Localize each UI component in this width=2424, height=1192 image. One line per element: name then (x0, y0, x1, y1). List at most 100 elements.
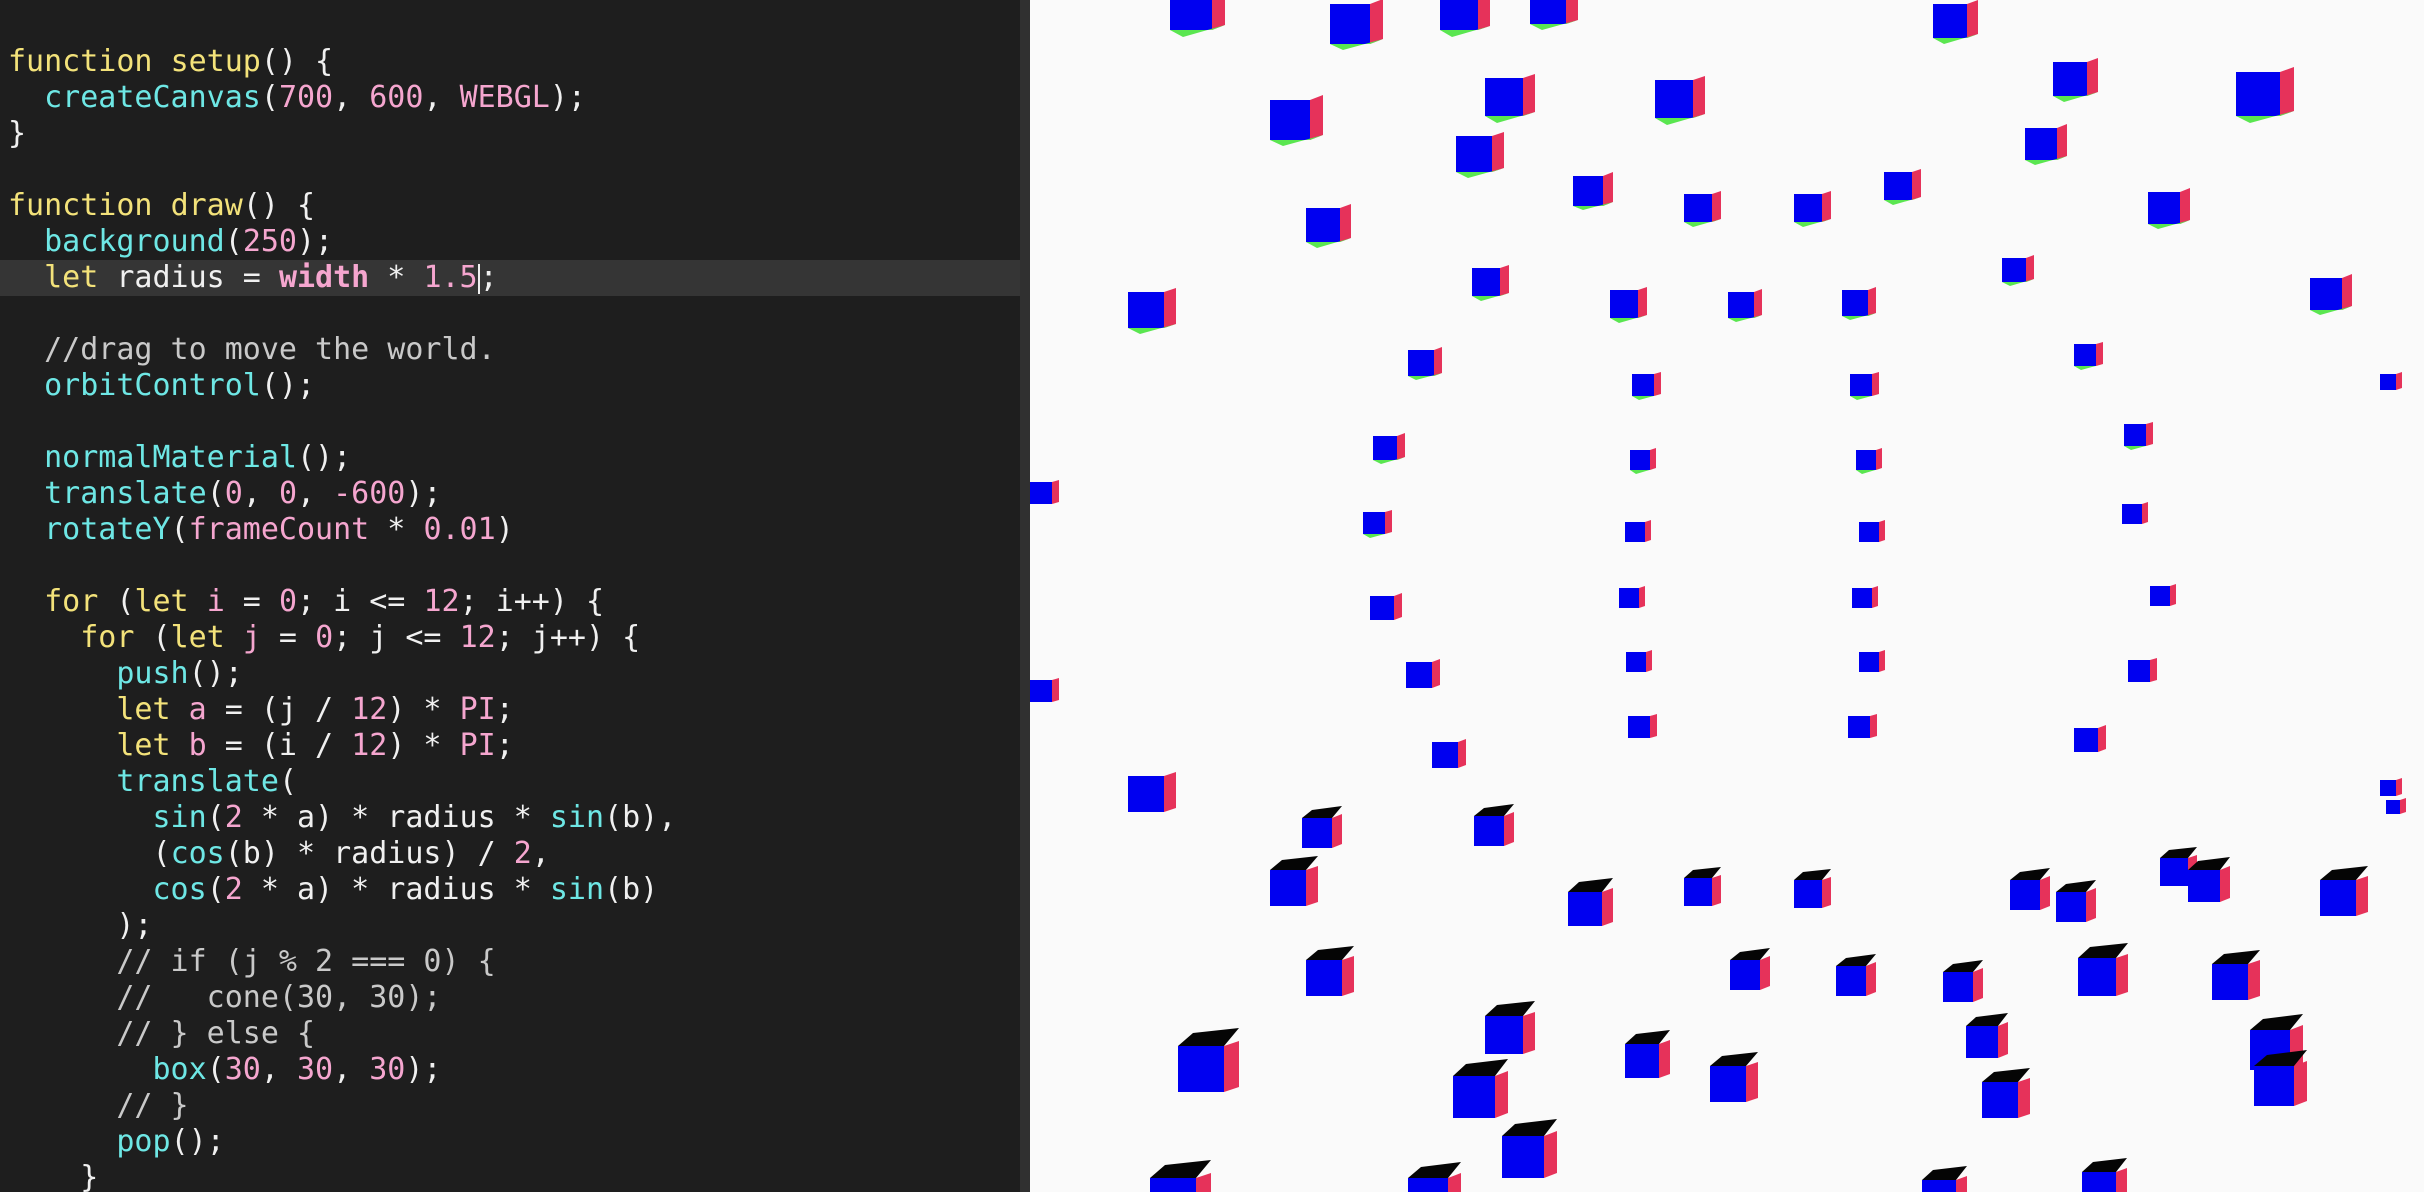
cube-front-face (1150, 1178, 1196, 1192)
code-lines-container[interactable]: function setup() { createCanvas(700, 600… (0, 44, 1020, 1192)
code-token: let (134, 584, 189, 619)
code-line[interactable]: box(30, 30, 30); (8, 1052, 1020, 1088)
code-line[interactable]: function draw() { (8, 188, 1020, 224)
code-token: function (8, 188, 153, 223)
code-line[interactable]: (cos(b) * radius) / 2, (8, 836, 1020, 872)
code-line[interactable]: let a = (j / 12) * PI; (8, 692, 1020, 728)
cube-top-face (1836, 954, 1876, 966)
code-line[interactable]: // cone(30, 30); (8, 980, 1020, 1016)
cube-front-face (2386, 800, 2400, 814)
cube-front-face (1408, 1178, 1448, 1192)
code-line[interactable]: // } (8, 1088, 1020, 1124)
cube-side-face (1879, 650, 1885, 672)
code-line[interactable]: let b = (i / 12) * PI; (8, 728, 1020, 764)
code-line[interactable]: orbitControl(); (8, 368, 1020, 404)
cube-front-face (2025, 128, 2057, 160)
cube-front-face (1943, 972, 1973, 1002)
cube-box (2002, 255, 2034, 286)
cube-box (2386, 798, 2406, 814)
cube-side-face (1650, 448, 1656, 470)
code-line[interactable]: } (8, 116, 1020, 152)
code-token: ); (8, 908, 153, 943)
cube-side-face (1998, 1022, 2008, 1058)
p5-editor-app: function setup() { createCanvas(700, 600… (0, 0, 2424, 1192)
code-line[interactable]: // if (j % 2 === 0) { (8, 944, 1020, 980)
code-line[interactable] (8, 152, 1020, 188)
cube-side-face (1164, 288, 1176, 328)
cube-front-face (2320, 880, 2356, 916)
code-token: 12 (459, 620, 496, 655)
cube-side-face (1394, 593, 1402, 620)
code-line[interactable]: function setup() { (8, 44, 1020, 80)
cube-front-face (1453, 1076, 1495, 1118)
cube-front-face (1270, 100, 1310, 140)
code-line[interactable]: for (let j = 0; j <= 12; j++) { (8, 620, 1020, 656)
code-line[interactable]: push(); (8, 656, 1020, 692)
cube-top-face (1502, 1119, 1557, 1136)
cube-side-face (1434, 347, 1442, 376)
code-line[interactable]: pop(); (8, 1124, 1020, 1160)
cube-box (1610, 287, 1647, 323)
code-line[interactable]: createCanvas(700, 600, WEBGL); (8, 80, 1020, 116)
cube-box (1456, 132, 1504, 178)
code-token: = (j / (206, 692, 352, 727)
cube-side-face (1822, 877, 1831, 908)
cube-side-face (1872, 372, 1879, 396)
sketch-preview-canvas[interactable] (1030, 0, 2424, 1192)
cube-front-face (1502, 1136, 1544, 1178)
code-line[interactable]: rotateY(frameCount * 0.01) (8, 512, 1020, 548)
cube-front-face (2236, 72, 2280, 116)
cube-box (1933, 0, 1978, 44)
code-line[interactable]: cos(2 * a) * radius * sin(b) (8, 872, 1020, 908)
code-editor[interactable]: function setup() { createCanvas(700, 600… (0, 0, 1020, 1192)
code-line[interactable]: for (let i = 0; i <= 12; i++) { (8, 584, 1020, 620)
cube-box (1626, 650, 1652, 672)
sketch-render-svg[interactable] (1030, 0, 2424, 1192)
code-token: radius = (98, 260, 279, 295)
code-line[interactable]: normalMaterial(); (8, 440, 1020, 476)
code-line[interactable]: } (8, 1160, 1020, 1192)
cube-side-face (1876, 448, 1882, 470)
cube-top-face (1966, 1013, 2008, 1026)
cube-box (1408, 347, 1442, 380)
cube-side-face (1306, 866, 1318, 906)
cube-box (1573, 172, 1613, 210)
code-line[interactable]: background(250); (8, 224, 1020, 260)
cube-box (1794, 869, 1831, 908)
code-line[interactable] (8, 404, 1020, 440)
code-token: 0 (278, 584, 297, 619)
code-token: a (188, 692, 207, 727)
cube-box (1270, 856, 1318, 906)
code-line[interactable]: // } else { (8, 1016, 1020, 1052)
code-token: cos (170, 836, 225, 871)
code-line[interactable] (8, 296, 1020, 332)
pane-divider[interactable] (1020, 0, 1030, 1192)
code-token: ( (206, 1052, 225, 1087)
cube-box (1630, 448, 1656, 474)
code-line[interactable]: translate(0, 0, -600); (8, 476, 1020, 512)
cube-side-face (1340, 204, 1351, 242)
cube-front-face (1922, 1180, 1956, 1192)
cube-box (1030, 678, 1059, 702)
code-line[interactable]: sin(2 * a) * radius * sin(b), (8, 800, 1020, 836)
cube-side-face (1645, 520, 1651, 542)
code-line[interactable]: //drag to move the world. (8, 332, 1020, 368)
cube-side-face (1478, 0, 1490, 30)
cube-front-face (2122, 504, 2142, 524)
cube-side-face (1052, 678, 1059, 702)
cube-top-face (2212, 950, 2260, 964)
code-line[interactable]: let radius = width * 1.5; (0, 260, 1020, 296)
cube-side-face (2116, 1168, 2127, 1192)
code-line[interactable] (8, 548, 1020, 584)
code-token: , (260, 1052, 297, 1087)
cube-top-face (2056, 880, 2096, 892)
cube-side-face (1566, 0, 1578, 24)
code-token: j (242, 620, 261, 655)
code-line[interactable]: translate( (8, 764, 1020, 800)
code-line[interactable]: ); (8, 908, 1020, 944)
code-token: b (188, 728, 207, 763)
code-token: 30 (369, 1052, 406, 1087)
cube-side-face (2248, 960, 2260, 1000)
